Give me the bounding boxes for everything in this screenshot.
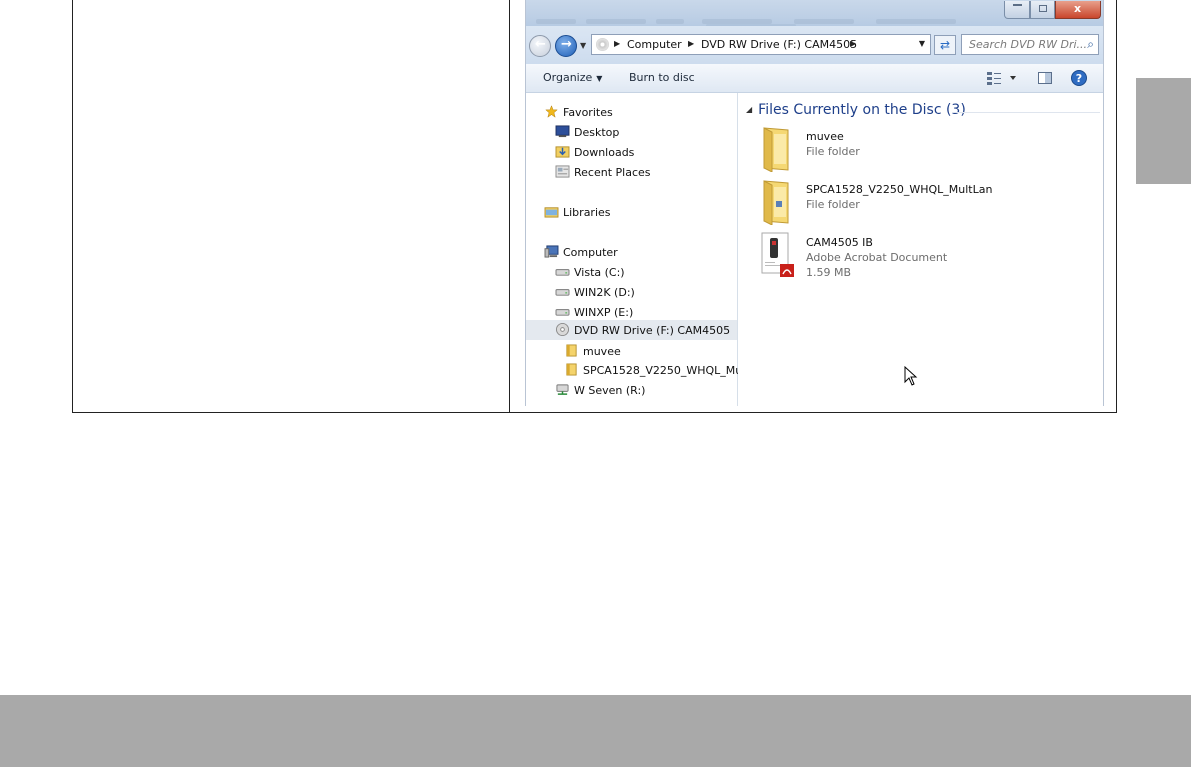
file-item-muvee[interactable]: muvee File folder <box>758 126 1088 176</box>
star-icon <box>545 105 558 118</box>
nav-label: Desktop <box>574 126 620 139</box>
address-bar[interactable]: ▶ Computer ▶ DVD RW Drive (F:) CAM4505 ▶… <box>591 34 931 55</box>
downloads-folder-icon <box>555 146 570 158</box>
help-button[interactable]: ? <box>1071 70 1089 92</box>
close-button[interactable]: x <box>1055 1 1101 19</box>
nav-label: SPCA1528_V2250_WHQL_Multl <box>583 364 753 377</box>
svg-text:?: ? <box>1076 72 1082 85</box>
file-type: Adobe Acrobat Document <box>806 251 948 264</box>
group-title: Files Currently on the Disc (3) <box>758 102 966 118</box>
forward-button[interactable]: → <box>555 35 577 57</box>
navigation-pane: Favorites Desktop Downloads Recent Place… <box>526 93 753 406</box>
nav-label: WIN2K (D:) <box>574 286 635 299</box>
mouse-cursor-icon <box>904 366 918 386</box>
forward-arrow-icon: → <box>561 37 572 52</box>
address-row: ← → ▼ ▶ Computer ▶ DVD RW Drive (F:) CAM… <box>526 26 1103 64</box>
blurred-menu-text <box>536 19 576 24</box>
file-item-spca[interactable]: SPCA1528_V2250_WHQL_MultLan File folder <box>758 179 1088 229</box>
preview-pane-button[interactable] <box>1037 70 1053 90</box>
dvd-drive-icon <box>556 323 569 336</box>
file-type: File folder <box>806 198 860 211</box>
breadcrumb-computer[interactable]: Computer <box>627 38 682 51</box>
nav-label: Favorites <box>563 106 613 119</box>
folder-icon <box>566 344 577 357</box>
breadcrumb-separator-icon[interactable]: ▶ <box>614 39 620 48</box>
blurred-menu-text <box>876 19 956 24</box>
hard-drive-icon <box>555 309 570 316</box>
breadcrumb-separator-icon[interactable]: ▶ <box>688 39 694 48</box>
folder-icon <box>763 127 789 172</box>
blurred-menu-text <box>794 19 854 24</box>
breadcrumb-drive[interactable]: DVD RW Drive (F:) CAM4505 <box>701 38 857 51</box>
maximize-button[interactable] <box>1030 1 1055 19</box>
refresh-button[interactable]: ⇄ <box>934 35 956 55</box>
file-name: CAM4505 IB <box>806 236 873 249</box>
details-view-icon <box>987 72 1016 85</box>
explorer-window: x ← → ▼ ▶ Computer ▶ DVD RW Drive (F:) C… <box>525 0 1104 406</box>
file-size: 1.59 MB <box>806 266 852 279</box>
collapse-triangle-icon: ◢ <box>746 105 753 114</box>
file-name: muvee <box>806 130 844 143</box>
nav-label: DVD RW Drive (F:) CAM4505 <box>574 324 731 337</box>
hard-drive-icon <box>555 269 570 276</box>
close-icon: x <box>1074 2 1082 15</box>
nav-drive-f[interactable]: DVD RW Drive (F:) CAM4505 <box>526 320 737 340</box>
pdf-document-icon <box>761 232 794 277</box>
title-bar: x <box>526 0 1103 27</box>
nav-label: Computer <box>563 246 618 259</box>
libraries-icon <box>544 207 559 218</box>
back-button[interactable]: ← <box>529 35 551 57</box>
nav-label: muvee <box>583 345 621 358</box>
desktop-icon <box>555 125 570 138</box>
breadcrumb-separator-icon[interactable]: ▶ <box>850 39 856 48</box>
disc-icon <box>596 38 609 51</box>
preview-pane-icon <box>1038 72 1052 84</box>
search-placeholder: Search DVD RW Dri... <box>969 38 1088 51</box>
recent-pages-dropdown-icon[interactable]: ▼ <box>580 41 586 50</box>
nav-label: Recent Places <box>574 166 651 179</box>
chevron-down-icon: ▼ <box>596 74 603 83</box>
folder-icon <box>763 180 789 225</box>
refresh-icon: ⇄ <box>939 38 951 52</box>
group-header[interactable]: ◢ Files Currently on the Disc (3) <box>746 102 966 118</box>
nav-label: Libraries <box>563 206 611 219</box>
change-view-button[interactable] <box>986 70 1016 90</box>
file-item-cam4505-ib[interactable]: CAM4505 IB Adobe Acrobat Document 1.59 M… <box>758 232 1088 282</box>
address-history-dropdown-icon[interactable]: ▼ <box>919 39 925 48</box>
hard-drive-icon <box>555 289 570 296</box>
organize-label: Organize <box>543 71 593 84</box>
minimize-icon <box>1013 4 1022 6</box>
network-drive-icon <box>556 384 569 395</box>
search-input[interactable]: Search DVD RW Dri... ⌕ <box>961 34 1099 55</box>
help-icon: ? <box>1071 70 1087 86</box>
minimize-button[interactable] <box>1004 1 1030 19</box>
command-bar: Organize ▼ Burn to disc ? <box>526 64 1103 93</box>
blurred-menu-text <box>656 19 684 24</box>
back-arrow-icon: ← <box>535 37 546 52</box>
footer-band <box>0 695 1191 767</box>
nav-label: Downloads <box>574 146 635 159</box>
burn-to-disc-button[interactable]: Burn to disc <box>629 71 695 84</box>
nav-label: WINXP (E:) <box>574 306 634 319</box>
recent-places-icon <box>555 165 570 178</box>
search-icon[interactable]: ⌕ <box>1087 37 1094 52</box>
blurred-menu-text <box>586 19 646 24</box>
group-divider <box>952 112 1100 113</box>
file-list-pane: ◢ Files Currently on the Disc (3) muvee F… <box>738 93 1103 406</box>
file-type: File folder <box>806 145 860 158</box>
computer-icon <box>544 245 559 258</box>
organize-menu[interactable]: Organize ▼ <box>543 71 602 84</box>
side-tab <box>1136 78 1191 184</box>
file-name: SPCA1528_V2250_WHQL_MultLan <box>806 183 993 196</box>
nav-label: W Seven (R:) <box>574 384 646 397</box>
nav-label: Vista (C:) <box>574 266 625 279</box>
maximize-icon <box>1039 5 1047 12</box>
folder-icon <box>566 363 577 376</box>
table-divider <box>509 0 510 413</box>
